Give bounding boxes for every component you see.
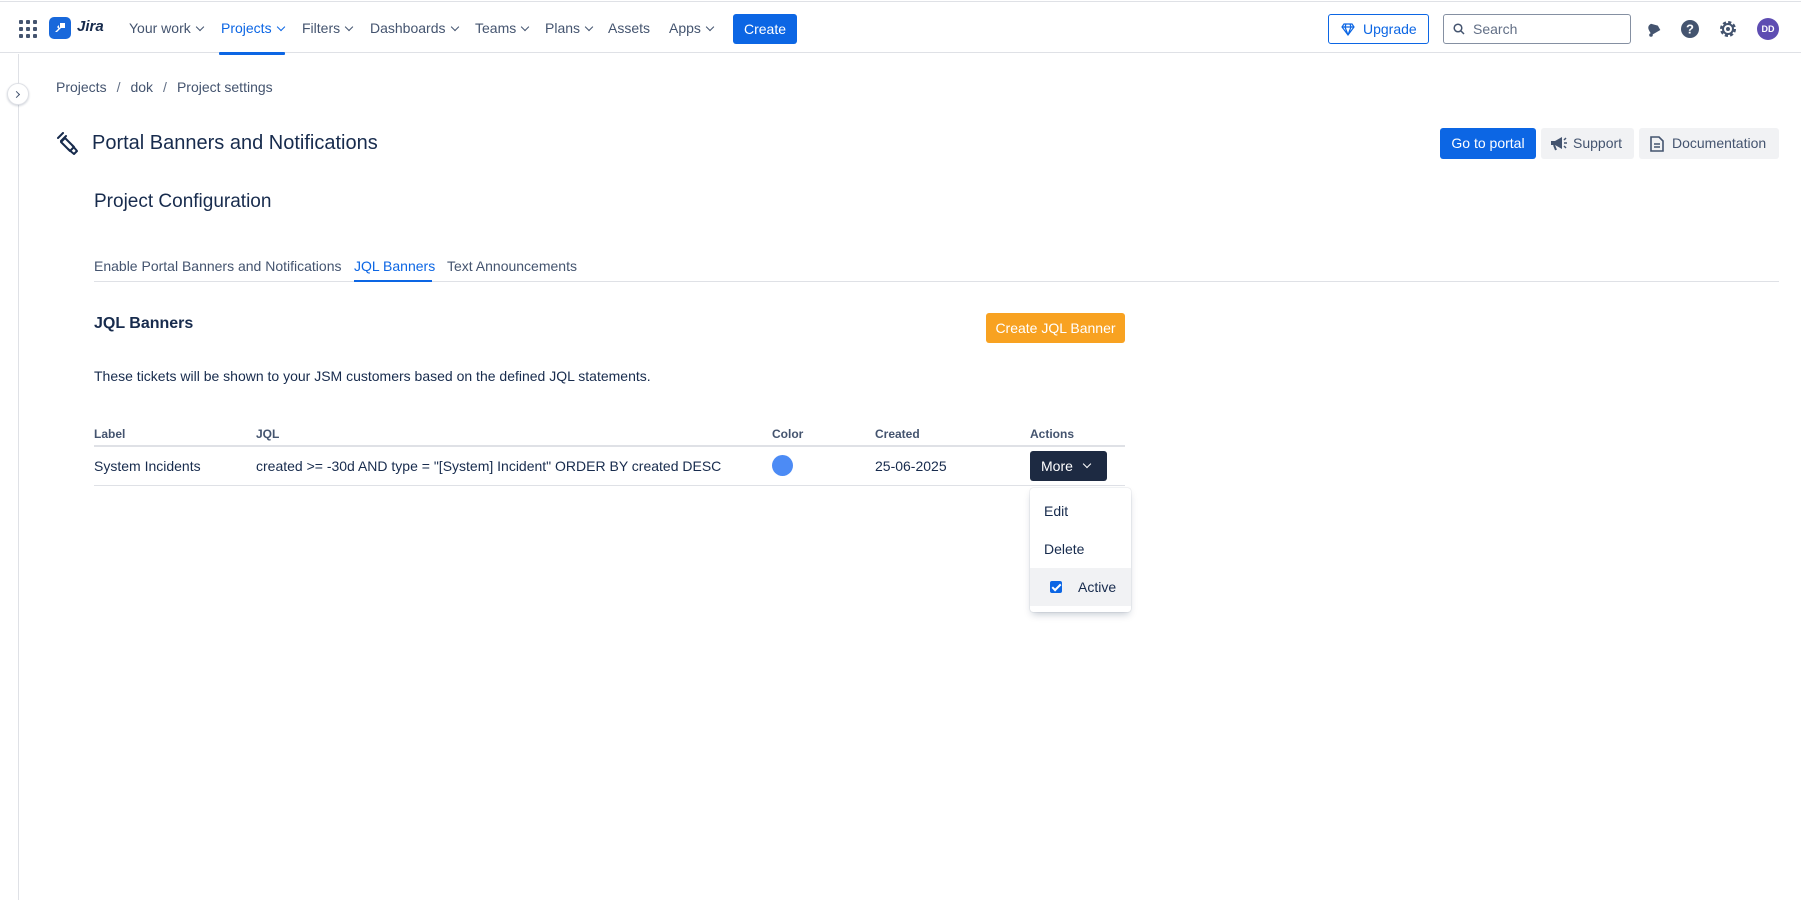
nav-projects[interactable]: Projects — [221, 20, 285, 36]
page-title: Portal Banners and Notifications — [92, 132, 378, 154]
nav-filters[interactable]: Filters — [302, 20, 354, 36]
nav-apps-label: Apps — [669, 20, 701, 36]
breadcrumb-project-settings[interactable]: Project settings — [177, 79, 273, 95]
upgrade-label: Upgrade — [1363, 21, 1417, 37]
nav-teams[interactable]: Teams — [475, 20, 530, 36]
more-actions-button[interactable]: More — [1030, 451, 1107, 481]
breadcrumb-dok[interactable]: dok — [130, 79, 153, 95]
chevron-down-icon — [520, 22, 530, 32]
support-label: Support — [1573, 135, 1623, 151]
section-title: Project Configuration — [94, 191, 272, 212]
gem-icon — [1341, 23, 1355, 36]
tab-enable-portal-banners[interactable]: Enable Portal Banners and Notifications — [94, 258, 341, 274]
column-header-actions: Actions — [1030, 427, 1075, 441]
megaphone-icon — [1551, 137, 1567, 151]
column-header-color: Color — [772, 427, 804, 441]
active-tab-indicator — [354, 280, 432, 282]
nav-dashboards-label: Dashboards — [370, 20, 446, 36]
column-header-jql: JQL — [256, 427, 280, 441]
search-input[interactable]: Search — [1443, 14, 1631, 44]
menu-item-delete[interactable]: Delete — [1030, 530, 1131, 568]
column-header-label: Label — [94, 427, 126, 441]
column-header-created: Created — [875, 427, 920, 441]
nav-apps[interactable]: Apps — [669, 20, 715, 36]
nav-plans-label: Plans — [545, 20, 581, 36]
settings-icon[interactable] — [1717, 18, 1739, 40]
nav-projects-label: Projects — [221, 20, 272, 36]
chevron-down-icon — [1082, 459, 1092, 469]
help-icon[interactable]: ? — [1679, 18, 1701, 40]
cell-jql: created >= -30d AND type = "[System] Inc… — [256, 458, 722, 474]
upgrade-button[interactable]: Upgrade — [1328, 14, 1429, 44]
nav-your-work[interactable]: Your work — [129, 20, 204, 36]
logo-text[interactable]: Jira — [77, 18, 104, 35]
chevron-right-icon — [12, 90, 21, 99]
left-sidebar-rail — [0, 54, 19, 900]
tab-jql-banners[interactable]: JQL Banners — [354, 258, 435, 274]
notifications-icon[interactable] — [1642, 18, 1664, 40]
document-icon — [1650, 136, 1664, 152]
active-nav-indicator — [219, 52, 285, 55]
breadcrumb-separator: / — [163, 79, 167, 95]
megaphone-badge-icon — [57, 132, 78, 155]
cell-created: 25-06-2025 — [875, 458, 947, 474]
nav-assets[interactable]: Assets — [608, 20, 650, 36]
menu-item-edit[interactable]: Edit — [1030, 492, 1131, 530]
actions-dropdown-menu: Edit Delete Active — [1030, 488, 1131, 612]
chevron-down-icon — [584, 22, 594, 32]
expand-sidebar-button[interactable] — [7, 83, 29, 105]
chevron-down-icon — [276, 22, 285, 32]
tabs-divider — [94, 281, 1779, 282]
breadcrumb-separator: / — [116, 79, 121, 95]
table-header-divider — [94, 445, 1125, 447]
chevron-down-icon — [705, 22, 715, 32]
nav-filters-label: Filters — [302, 20, 341, 36]
nav-teams-label: Teams — [475, 20, 517, 36]
create-jql-banner-button[interactable]: Create JQL Banner — [986, 313, 1125, 343]
documentation-label: Documentation — [1672, 135, 1767, 151]
search-icon — [1453, 23, 1465, 35]
go-to-portal-button[interactable]: Go to portal — [1440, 128, 1536, 159]
jql-banners-heading: JQL Banners — [94, 315, 194, 332]
more-label: More — [1041, 458, 1073, 474]
jira-logo-icon[interactable] — [49, 17, 71, 39]
search-placeholder: Search — [1473, 21, 1518, 37]
top-navigation: Jira Your work Projects Filters Dashboar… — [0, 1, 1801, 55]
active-checkbox[interactable] — [1050, 581, 1062, 593]
chevron-down-icon — [450, 22, 459, 32]
nav-assets-label: Assets — [608, 20, 651, 36]
cell-label: System Incidents — [94, 458, 201, 474]
breadcrumb-projects[interactable]: Projects — [56, 79, 107, 95]
svg-text:?: ? — [1686, 22, 1694, 37]
nav-dashboards[interactable]: Dashboards — [370, 20, 459, 36]
documentation-button[interactable]: Documentation — [1639, 128, 1779, 159]
jql-description: These tickets will be shown to your JSM … — [94, 368, 651, 384]
tab-text-announcements[interactable]: Text Announcements — [447, 258, 577, 274]
table-row-divider — [94, 485, 1125, 486]
color-swatch — [772, 455, 793, 476]
chevron-down-icon — [344, 22, 354, 32]
create-button[interactable]: Create — [733, 14, 797, 44]
breadcrumb: Projects / dok / Project settings — [56, 79, 273, 95]
menu-item-active-label: Active — [1078, 579, 1117, 595]
chevron-down-icon — [195, 22, 204, 32]
support-button[interactable]: Support — [1541, 128, 1634, 159]
nav-plans[interactable]: Plans — [545, 20, 594, 36]
nav-your-work-label: Your work — [129, 20, 191, 36]
avatar[interactable]: DD — [1757, 18, 1779, 40]
menu-item-active[interactable]: Active — [1030, 568, 1131, 606]
app-switcher-icon[interactable] — [19, 20, 37, 38]
